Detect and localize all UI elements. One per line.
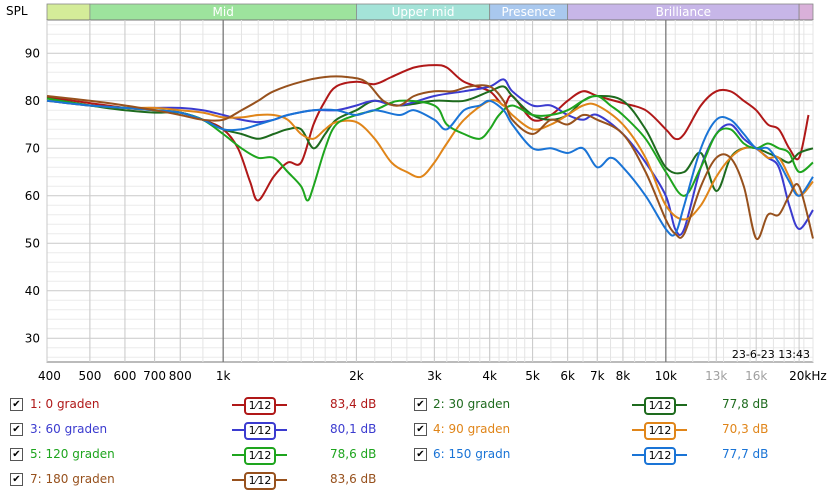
band-label: Upper mid (392, 5, 455, 19)
x-tick-label: 16k (745, 369, 767, 383)
x-tick-label: 4k (482, 369, 497, 383)
legend-value: 83,6 dB (330, 472, 377, 486)
legend-checkbox[interactable]: ✔ (414, 423, 427, 436)
y-tick-label: 50 (25, 236, 40, 250)
frequency-response-chart: Mid Upper mid Presence Brilliance 30 40 50 60 7… (6, 3, 827, 383)
y-tick-label: 80 (25, 94, 40, 108)
x-tick-label: 1k (216, 369, 231, 383)
legend-entry: ✔ 6: 150 gradn 1⁄12 77,7 dB (0, 444, 837, 466)
x-tick-label: 3k (427, 369, 442, 383)
timestamp: 23-6-23 13:43 (732, 348, 810, 361)
smoothing-label: 1⁄12 (644, 447, 676, 465)
x-tick-label: 13k (705, 369, 727, 383)
x-tick-label: 6k (560, 369, 575, 383)
legend-entry: ✔ 7: 180 graden 1⁄12 83,6 dB (0, 469, 837, 491)
legend-label: 2: 30 graden (433, 397, 511, 411)
legend-entry: ✔ 2: 30 graden 1⁄12 77,8 dB (0, 394, 837, 416)
band-label: Presence (501, 5, 555, 19)
legend-label: 7: 180 graden (30, 472, 115, 486)
y-tick-label: 30 (25, 331, 40, 345)
smoothing-button[interactable]: 1⁄12 (632, 444, 687, 466)
x-tick-label: 700 (143, 369, 166, 383)
smoothing-button[interactable]: 1⁄12 (232, 469, 287, 491)
y-tick-label: 90 (25, 46, 40, 60)
x-tick-label: 8k (616, 369, 631, 383)
smoothing-button[interactable]: 1⁄12 (632, 394, 687, 416)
band-label: Mid (213, 5, 234, 19)
x-tick-label: 7k (590, 369, 605, 383)
x-tick-label: 500 (78, 369, 101, 383)
legend-label: 4: 90 graden (433, 422, 511, 436)
smoothing-label: 1⁄12 (644, 422, 676, 440)
x-tick-label: 5k (525, 369, 540, 383)
legend-checkbox[interactable]: ✔ (10, 473, 23, 486)
smoothing-label: 1⁄12 (644, 397, 676, 415)
band-5 (798, 3, 814, 21)
band-0 (46, 3, 91, 21)
legend-checkbox[interactable]: ✔ (414, 398, 427, 411)
y-tick-label: 70 (25, 141, 40, 155)
legend: ✔ 1: 0 graden 1⁄12 83,4 dB ✔ 2: 30 graden 1⁄12… (0, 390, 837, 495)
y-tick-label: 40 (25, 284, 40, 298)
frequency-band-header: Mid Upper mid Presence Brilliance (46, 3, 814, 21)
x-tick-label: 20kHz (789, 369, 827, 383)
smoothing-label: 1⁄12 (244, 472, 276, 490)
x-tick-label: 10k (655, 369, 677, 383)
legend-label: 6: 150 gradn (433, 447, 511, 461)
legend-entry: ✔ 4: 90 graden 1⁄12 70,3 dB (0, 419, 837, 441)
y-tick-label: 60 (25, 189, 40, 203)
x-tick-label: 2k (349, 369, 364, 383)
band-label: Brilliance (656, 5, 711, 19)
legend-value: 77,7 dB (722, 447, 769, 461)
legend-value: 77,8 dB (722, 397, 769, 411)
x-tick-label: 600 (113, 369, 136, 383)
legend-checkbox[interactable]: ✔ (414, 448, 427, 461)
x-tick-label: 400 (38, 369, 61, 383)
y-axis-label: SPL (6, 4, 28, 18)
legend-value: 70,3 dB (722, 422, 769, 436)
x-tick-label: 800 (169, 369, 192, 383)
smoothing-button[interactable]: 1⁄12 (632, 419, 687, 441)
